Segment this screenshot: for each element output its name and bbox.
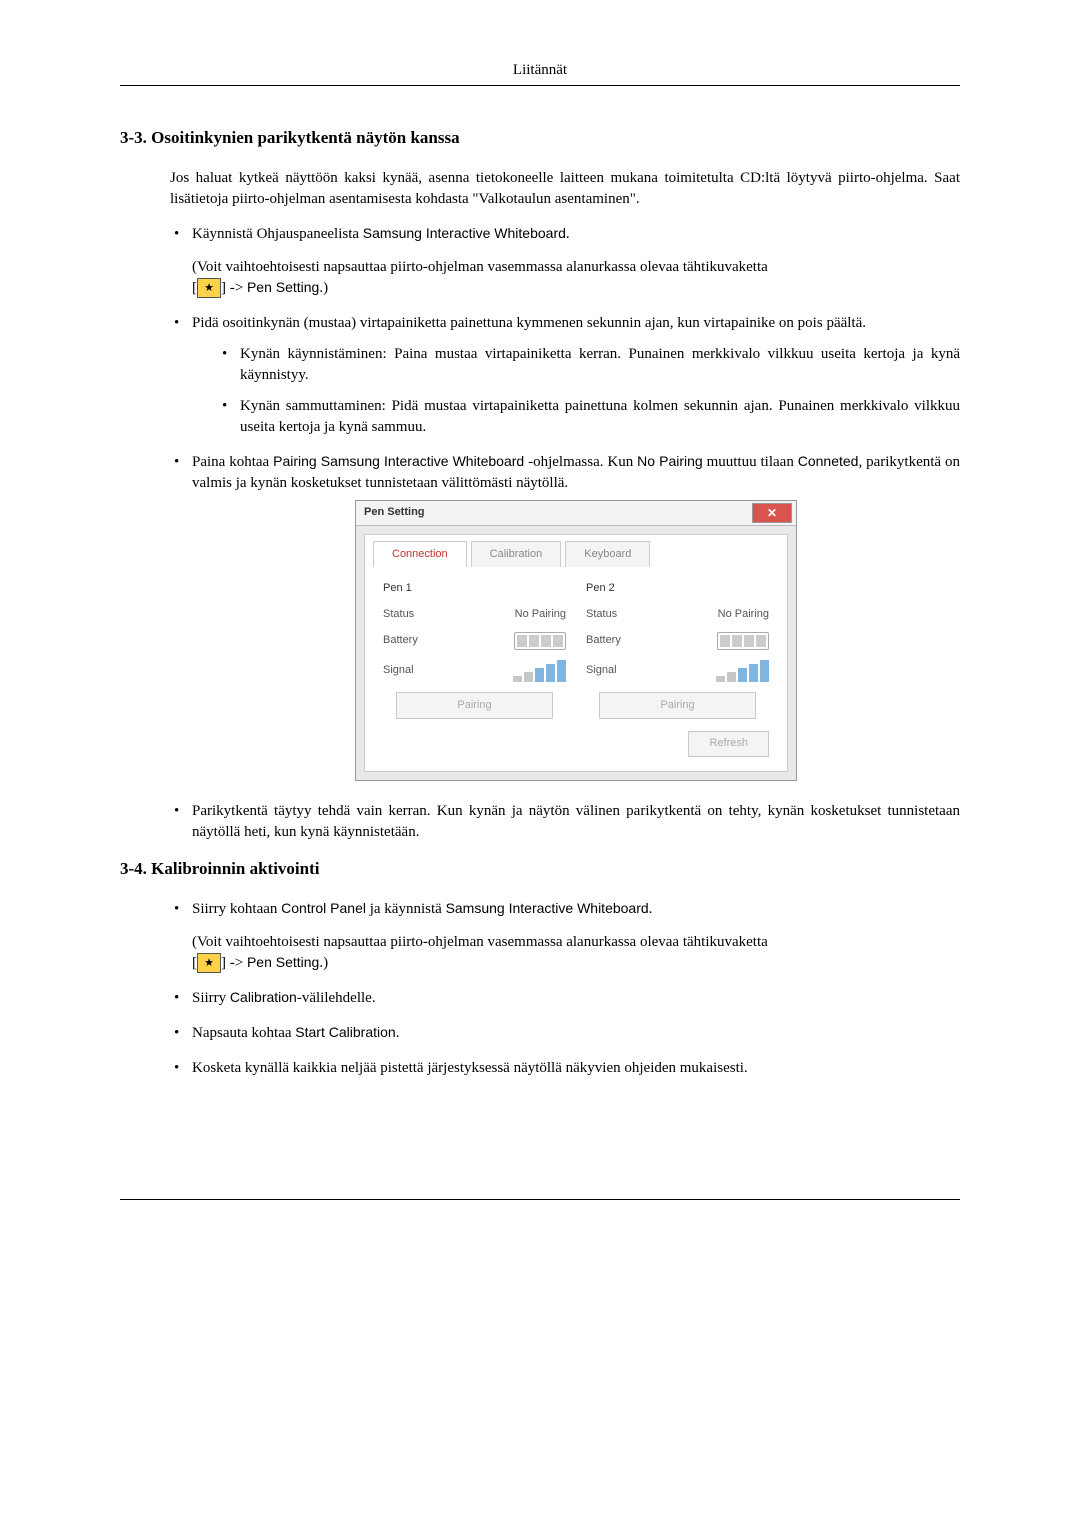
pairing-button-1[interactable]: Pairing: [396, 692, 554, 719]
bullet-launch-whiteboard: Käynnistä Ohjauspaneelista Samsung Inter…: [170, 224, 960, 299]
pen2-column: Pen 2 StatusNo Pairing Battery Signal Pa…: [586, 581, 769, 719]
section-3-3-heading: 3-3. Osoitinkynien parikytkentä näytön k…: [120, 126, 960, 150]
close-button[interactable]: ✕: [752, 503, 792, 523]
signal-icon: [513, 660, 566, 682]
bullet-touch-points: Kosketa kynällä kaikkia neljää pistettä …: [170, 1058, 960, 1079]
battery-icon: [514, 632, 566, 650]
footer-rule: [120, 1199, 960, 1200]
tab-calibration[interactable]: Calibration: [471, 541, 562, 567]
bullet-start-calibration: Napsauta kohtaa Start Calibration.: [170, 1023, 960, 1044]
tab-keyboard[interactable]: Keyboard: [565, 541, 650, 567]
section-3-4-heading: 3-4. Kalibroinnin aktivointi: [120, 857, 960, 881]
refresh-button[interactable]: Refresh: [688, 731, 769, 756]
pen2-status: No Pairing: [718, 607, 769, 622]
star-icon: ★: [197, 953, 221, 973]
page-header: Liitännät: [120, 60, 960, 86]
section-3-3-intro: Jos haluat kytkeä näyttöön kaksi kynää, …: [170, 168, 960, 210]
pairing-button-2[interactable]: Pairing: [599, 692, 757, 719]
sub-turn-on: Kynän käynnistäminen: Paina mustaa virta…: [220, 344, 960, 386]
bullet-press-pairing: Paina kohtaa Pairing Samsung Interactive…: [170, 452, 960, 781]
bullet-calibration-tab: Siirry Calibration-välilehdelle.: [170, 988, 960, 1009]
sub-turn-off: Kynän sammuttaminen: Pidä mustaa virtapa…: [220, 396, 960, 438]
battery-icon: [717, 632, 769, 650]
signal-icon: [716, 660, 769, 682]
pen1-column: Pen 1 StatusNo Pairing Battery Signal Pa…: [383, 581, 566, 719]
pen-setting-dialog: Pen Setting ✕ Connection Calibration Key…: [355, 500, 797, 781]
tab-connection[interactable]: Connection: [373, 541, 467, 567]
bullet-pairing-once: Parikytkentä täytyy tehdä vain kerran. K…: [170, 801, 960, 843]
pen1-status: No Pairing: [515, 607, 566, 622]
bullet-control-panel: Siirry kohtaan Control Panel ja käynnist…: [170, 899, 960, 974]
bullet-hold-power: Pidä osoitinkynän (mustaa) virtapainiket…: [170, 313, 960, 438]
dialog-title: Pen Setting: [364, 505, 425, 520]
star-icon: ★: [197, 278, 221, 298]
